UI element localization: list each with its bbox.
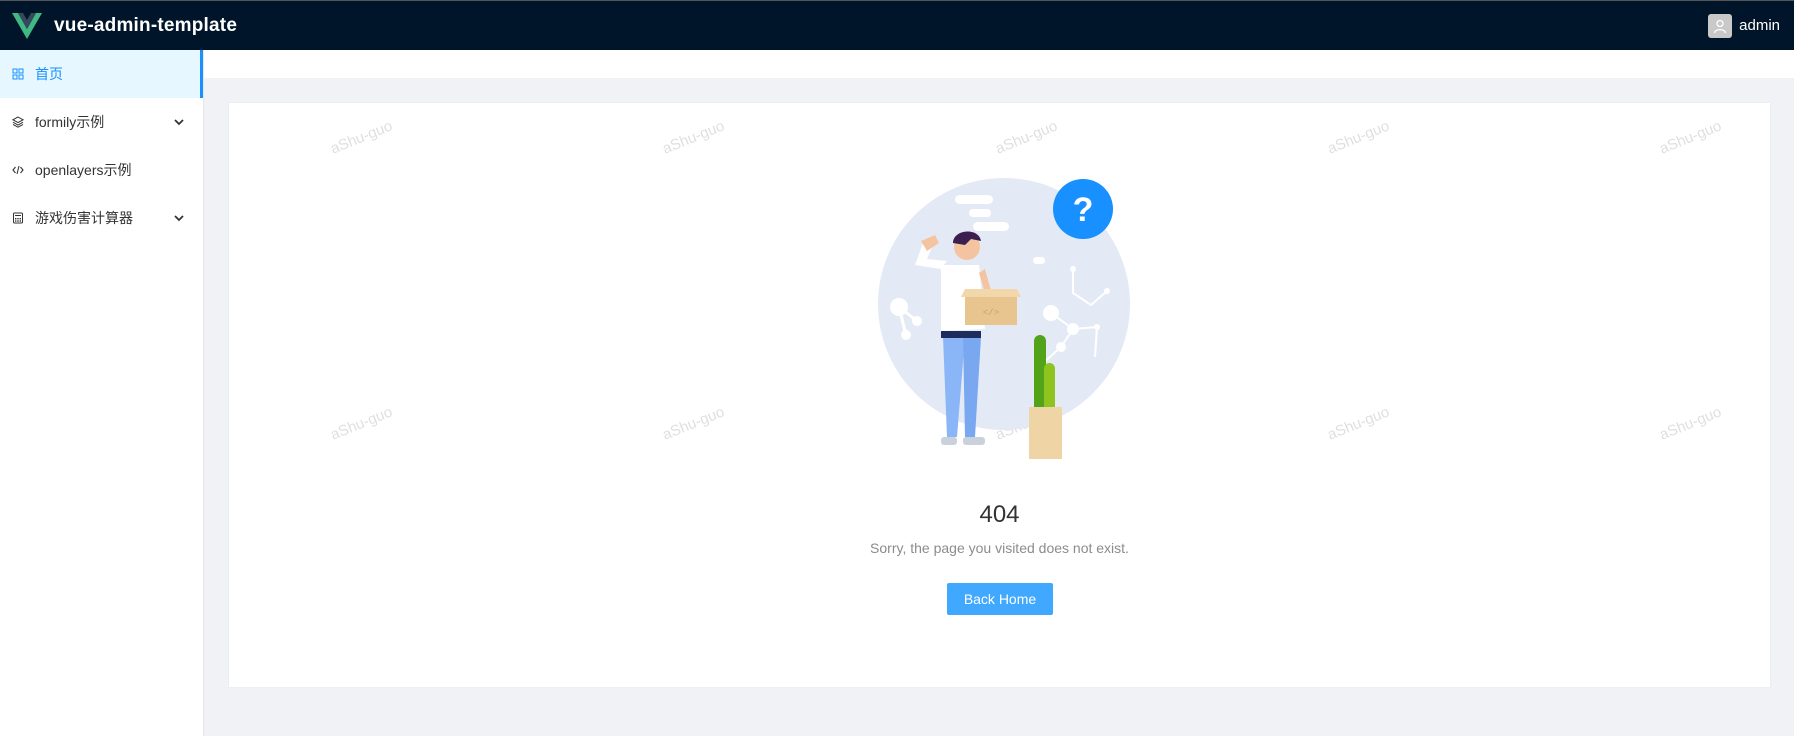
svg-text:</>: </> [983,308,999,318]
brand[interactable]: vue-admin-template [12,12,238,39]
watermark: aShu-guo [328,403,395,444]
watermark: aShu-guo [660,117,727,158]
tags-bar [204,50,1794,78]
chevron-down-icon [174,215,184,222]
watermark: aShu-guo [660,403,727,444]
watermark: aShu-guo [993,117,1060,158]
chevron-down-icon [174,119,184,126]
svg-text:?: ? [1073,191,1094,229]
layers-icon [12,116,24,128]
sidebar-item-label: 游戏伤害计算器 [35,210,133,226]
username: admin [1739,17,1780,34]
top-navbar: vue-admin-template admin [0,0,1794,50]
calculator-icon [13,212,23,224]
app-title: vue-admin-template [54,14,238,36]
error-message: Sorry, the page you visited does not exi… [870,540,1129,556]
sidebar-item-formily[interactable]: formily示例 [0,98,203,146]
back-home-button[interactable]: Back Home [947,583,1053,615]
watermark: aShu-guo [1325,403,1392,444]
sidebar-item-damage-calculator[interactable]: 游戏伤害计算器 [0,194,203,242]
sidebar-item-home[interactable]: 首页 [0,50,203,98]
watermark: aShu-guo [328,117,395,158]
user-avatar-icon [1708,13,1733,38]
dashboard-icon [12,68,24,80]
user-menu[interactable]: admin [1708,13,1780,38]
sidebar-item-openlayers[interactable]: openlayers示例 [0,146,203,194]
sidebar-item-label: 首页 [35,66,63,82]
sidebar: 首页 formily示例 openlayers示例 游戏伤害计算器 [0,50,204,736]
watermark: aShu-guo [1657,117,1724,158]
error-code: 404 [979,501,1020,528]
sidebar-item-label: openlayers示例 [35,162,132,178]
watermark: aShu-guo [1325,117,1392,158]
watermark: aShu-guo [1657,403,1724,444]
not-found-illustration: ? </> [878,178,1130,459]
code-icon [12,165,24,175]
sidebar-item-label: formily示例 [35,114,105,130]
vue-logo-icon [12,12,42,39]
error-card: aShu-guo aShu-guo aShu-guo aShu-guo aShu… [228,102,1771,688]
